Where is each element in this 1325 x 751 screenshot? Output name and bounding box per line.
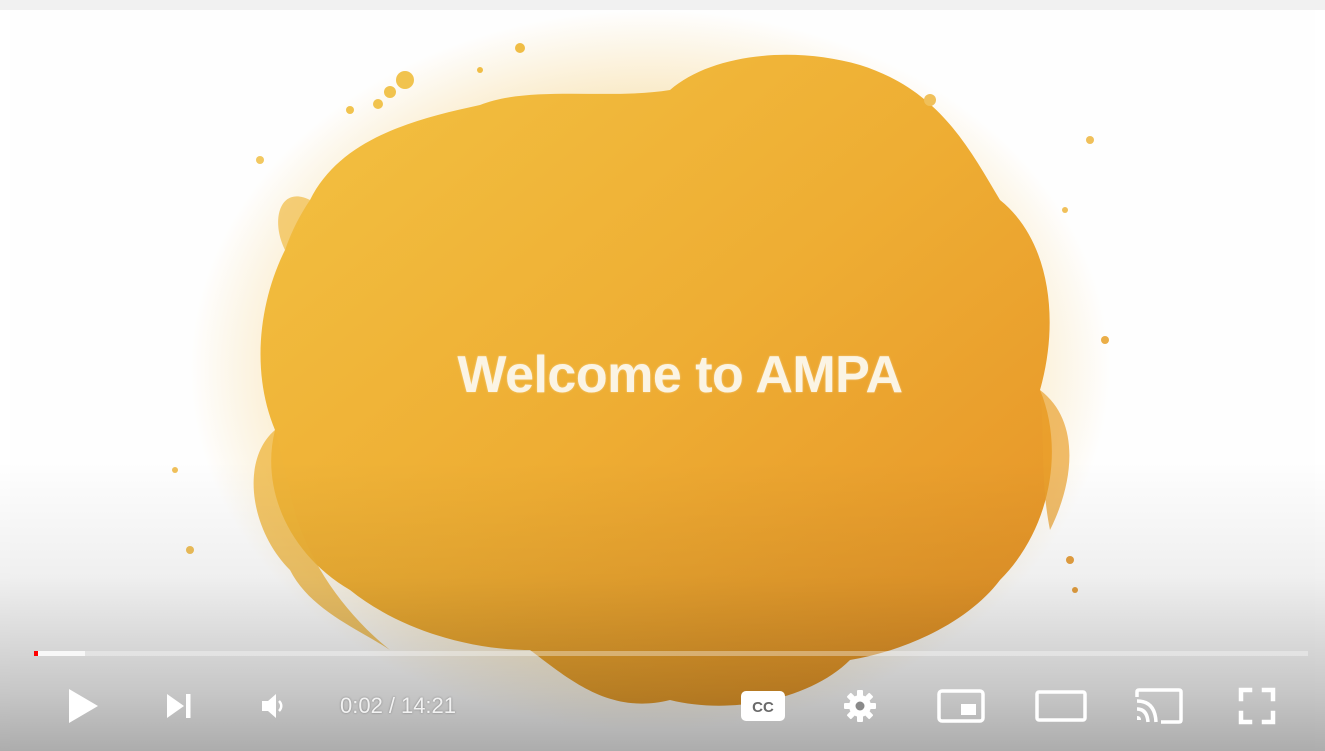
mute-button[interactable] [254,670,290,742]
progress-played [34,651,38,656]
settings-button[interactable] [840,670,880,742]
progress-bar[interactable] [34,651,1308,656]
next-button[interactable] [158,670,200,742]
play-button[interactable] [62,670,104,742]
time-separator: / [388,693,395,718]
progress-buffered [34,651,85,656]
time-display: 0:02 / 14:21 [340,670,456,742]
duration: 14:21 [400,693,457,718]
cast-button[interactable] [1131,670,1187,742]
video-title-overlay: Welcome to AMPA [457,346,903,404]
theater-mode-icon [1035,690,1087,722]
fullscreen-button[interactable] [1236,670,1278,742]
video-player[interactable]: Welcome to AMPA 0:02 / 14:21 CC [0,0,1325,751]
miniplayer-icon [937,689,985,723]
captions-icon: CC [741,691,785,721]
next-icon [167,694,191,718]
settings-icon [844,690,876,722]
volume-icon [262,694,283,718]
play-icon [69,689,98,723]
miniplayer-button[interactable] [934,670,988,742]
player-controls: 0:02 / 14:21 CC [0,670,1325,742]
cast-icon [1135,688,1183,724]
captions-button[interactable]: CC [738,670,788,742]
top-strip [0,0,1325,10]
fullscreen-icon [1238,687,1276,725]
captions-text: CC [752,699,774,716]
video-frame[interactable]: Welcome to AMPA [10,10,1315,751]
current-time: 0:02 [340,693,383,718]
theater-mode-button[interactable] [1032,670,1090,742]
